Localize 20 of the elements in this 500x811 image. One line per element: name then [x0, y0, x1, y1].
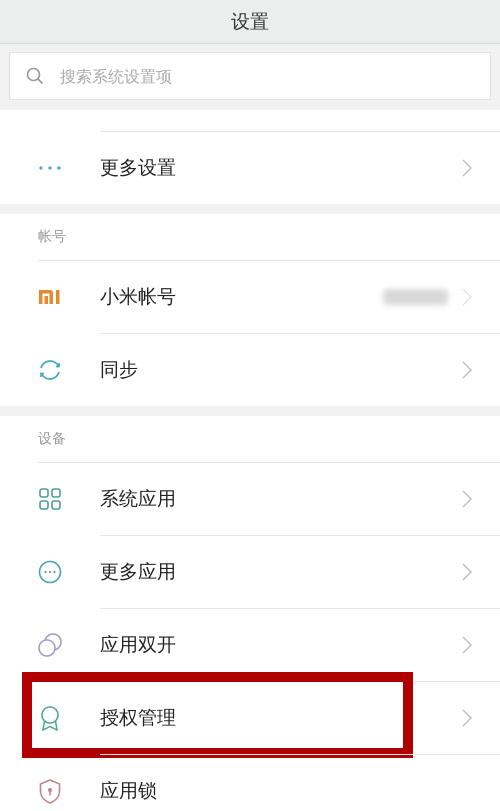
more-icon: [38, 560, 62, 584]
settings-row[interactable]: 同步: [0, 334, 500, 406]
sync-icon: [38, 358, 62, 382]
page-title: 设置: [231, 10, 269, 34]
grid-icon: [39, 488, 61, 510]
overlapping-circles-icon: [38, 633, 62, 657]
search-icon: [26, 67, 44, 85]
settings-row[interactable]: 小米帐号: [0, 261, 500, 333]
dots-icon: [39, 166, 61, 170]
settings-row[interactable]: 更多应用: [0, 536, 500, 608]
shield-lock-icon: [39, 778, 61, 804]
settings-row[interactable]: 应用双开: [0, 609, 500, 681]
settings-row[interactable]: 应用锁: [0, 755, 500, 811]
settings-row[interactable]: 系统应用: [0, 463, 500, 535]
logo-icon: [39, 290, 61, 304]
ribbon-badge-icon: [40, 706, 60, 730]
search-field[interactable]: 搜索系统设置项: [9, 52, 491, 100]
section-header: 设备: [38, 430, 66, 448]
settings-row[interactable]: 授权管理: [0, 682, 500, 754]
section-header: 帐号: [38, 228, 66, 246]
